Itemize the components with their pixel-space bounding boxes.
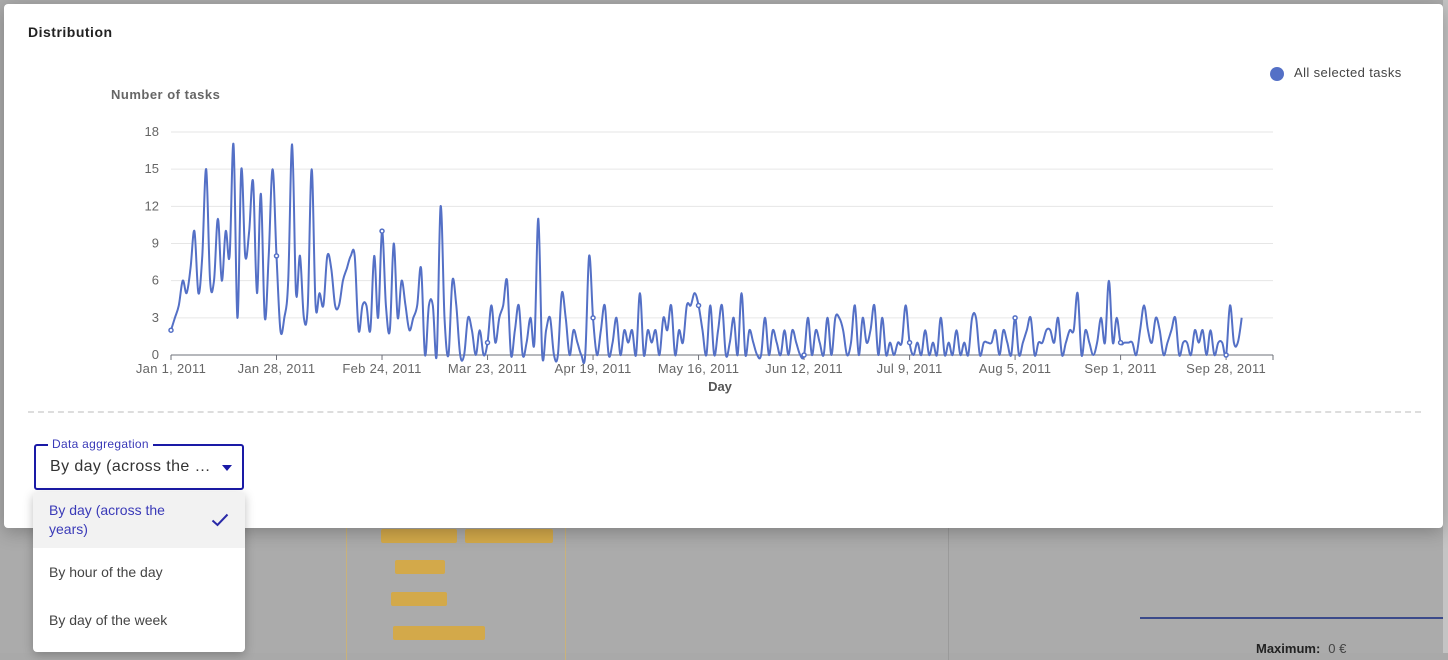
y-tick-label: 18 bbox=[145, 124, 159, 139]
y-tick-label: 0 bbox=[152, 347, 159, 362]
menu-item-by-day-across-years[interactable]: By day (across the years) bbox=[33, 492, 245, 548]
maximum-value: 0 € bbox=[1328, 641, 1347, 656]
process-map-node bbox=[393, 626, 485, 640]
circle-marker-icon bbox=[1270, 67, 1284, 81]
series-point bbox=[168, 327, 174, 333]
y-tick-label: 12 bbox=[145, 198, 159, 213]
process-map-background bbox=[346, 520, 566, 660]
series-point bbox=[484, 339, 491, 346]
x-tick-label: Jul 9, 2011 bbox=[877, 361, 943, 376]
data-aggregation-label: Data aggregation bbox=[48, 437, 153, 451]
process-map-node bbox=[381, 529, 457, 543]
x-tick-label: Feb 24, 2011 bbox=[342, 361, 421, 376]
x-tick-label: Sep 28, 2011 bbox=[1186, 361, 1266, 376]
background-scroll-area bbox=[1443, 0, 1448, 653]
series-point bbox=[906, 339, 913, 346]
x-tick-label: May 16, 2011 bbox=[658, 361, 739, 376]
y-tick-label: 9 bbox=[152, 236, 159, 251]
distribution-modal: Distribution 0 3 6 9 12 15 18 Jan 1, 2011 Jan 2… bbox=[4, 4, 1443, 528]
x-tick-label: Apr 19, 2011 bbox=[554, 361, 631, 376]
data-aggregation-select[interactable]: Data aggregation By day (across the year… bbox=[34, 437, 244, 490]
menu-item-label: By hour of the day bbox=[49, 563, 163, 580]
y-tick-label: 15 bbox=[145, 161, 159, 176]
y-tick-label: 6 bbox=[152, 273, 159, 288]
y-axis-ticks: 0 3 6 9 12 15 18 bbox=[145, 124, 159, 362]
series-point bbox=[1117, 339, 1124, 346]
legend-label: All selected tasks bbox=[1294, 65, 1402, 80]
maximum-stat: Maximum: 0 € bbox=[1256, 641, 1346, 656]
data-aggregation-value: By day (across the years) bbox=[50, 458, 218, 475]
x-tick-label: Mar 23, 2011 bbox=[448, 361, 527, 376]
menu-item-by-day-of-week[interactable]: By day of the week bbox=[33, 596, 245, 644]
series-point bbox=[801, 352, 807, 358]
process-map-node bbox=[395, 560, 445, 574]
x-axis-label: Day bbox=[708, 379, 733, 394]
menu-item-by-hour-of-day[interactable]: By hour of the day bbox=[33, 548, 245, 596]
maximum-label: Maximum: bbox=[1256, 641, 1321, 656]
background-divider bbox=[948, 520, 949, 660]
series-point bbox=[379, 228, 385, 234]
series-point bbox=[1223, 352, 1229, 358]
chart-grid bbox=[171, 131, 1273, 356]
x-tick-label: Jun 12, 2011 bbox=[765, 361, 843, 376]
series-points bbox=[168, 228, 1229, 358]
x-tick-label: Jan 1, 2011 bbox=[136, 361, 206, 376]
menu-item-label: By day (across the years) bbox=[49, 502, 165, 537]
section-divider bbox=[28, 411, 1421, 413]
y-axis-label: Number of tasks bbox=[111, 87, 220, 102]
x-axis: Jan 1, 2011 Jan 28, 2011 Feb 24, 2011 Mar 2… bbox=[136, 355, 1274, 376]
series-point bbox=[695, 302, 702, 309]
x-tick-label: Sep 1, 2011 bbox=[1084, 361, 1156, 376]
menu-item-label: By day of the week bbox=[49, 611, 168, 628]
series-line-all-selected-tasks bbox=[170, 143, 1243, 365]
legend[interactable]: All selected tasks bbox=[1270, 65, 1402, 81]
series-point bbox=[273, 253, 280, 259]
data-aggregation-menu: By day (across the years) By hour of the… bbox=[33, 492, 245, 652]
series-point bbox=[1012, 315, 1018, 321]
y-tick-label: 3 bbox=[152, 310, 159, 325]
check-icon bbox=[211, 513, 229, 527]
x-tick-label: Aug 5, 2011 bbox=[979, 361, 1051, 376]
x-tick-label: Jan 28, 2011 bbox=[238, 361, 316, 376]
process-map-node bbox=[391, 592, 447, 606]
caret-down-icon[interactable] bbox=[222, 465, 232, 471]
distribution-chart: 0 3 6 9 12 15 18 Jan 1, 2011 Jan 28, 2011 Feb 24… bbox=[111, 65, 1402, 394]
background-chart-line bbox=[1140, 617, 1448, 619]
process-map-node bbox=[465, 529, 553, 543]
series-point bbox=[590, 315, 596, 321]
